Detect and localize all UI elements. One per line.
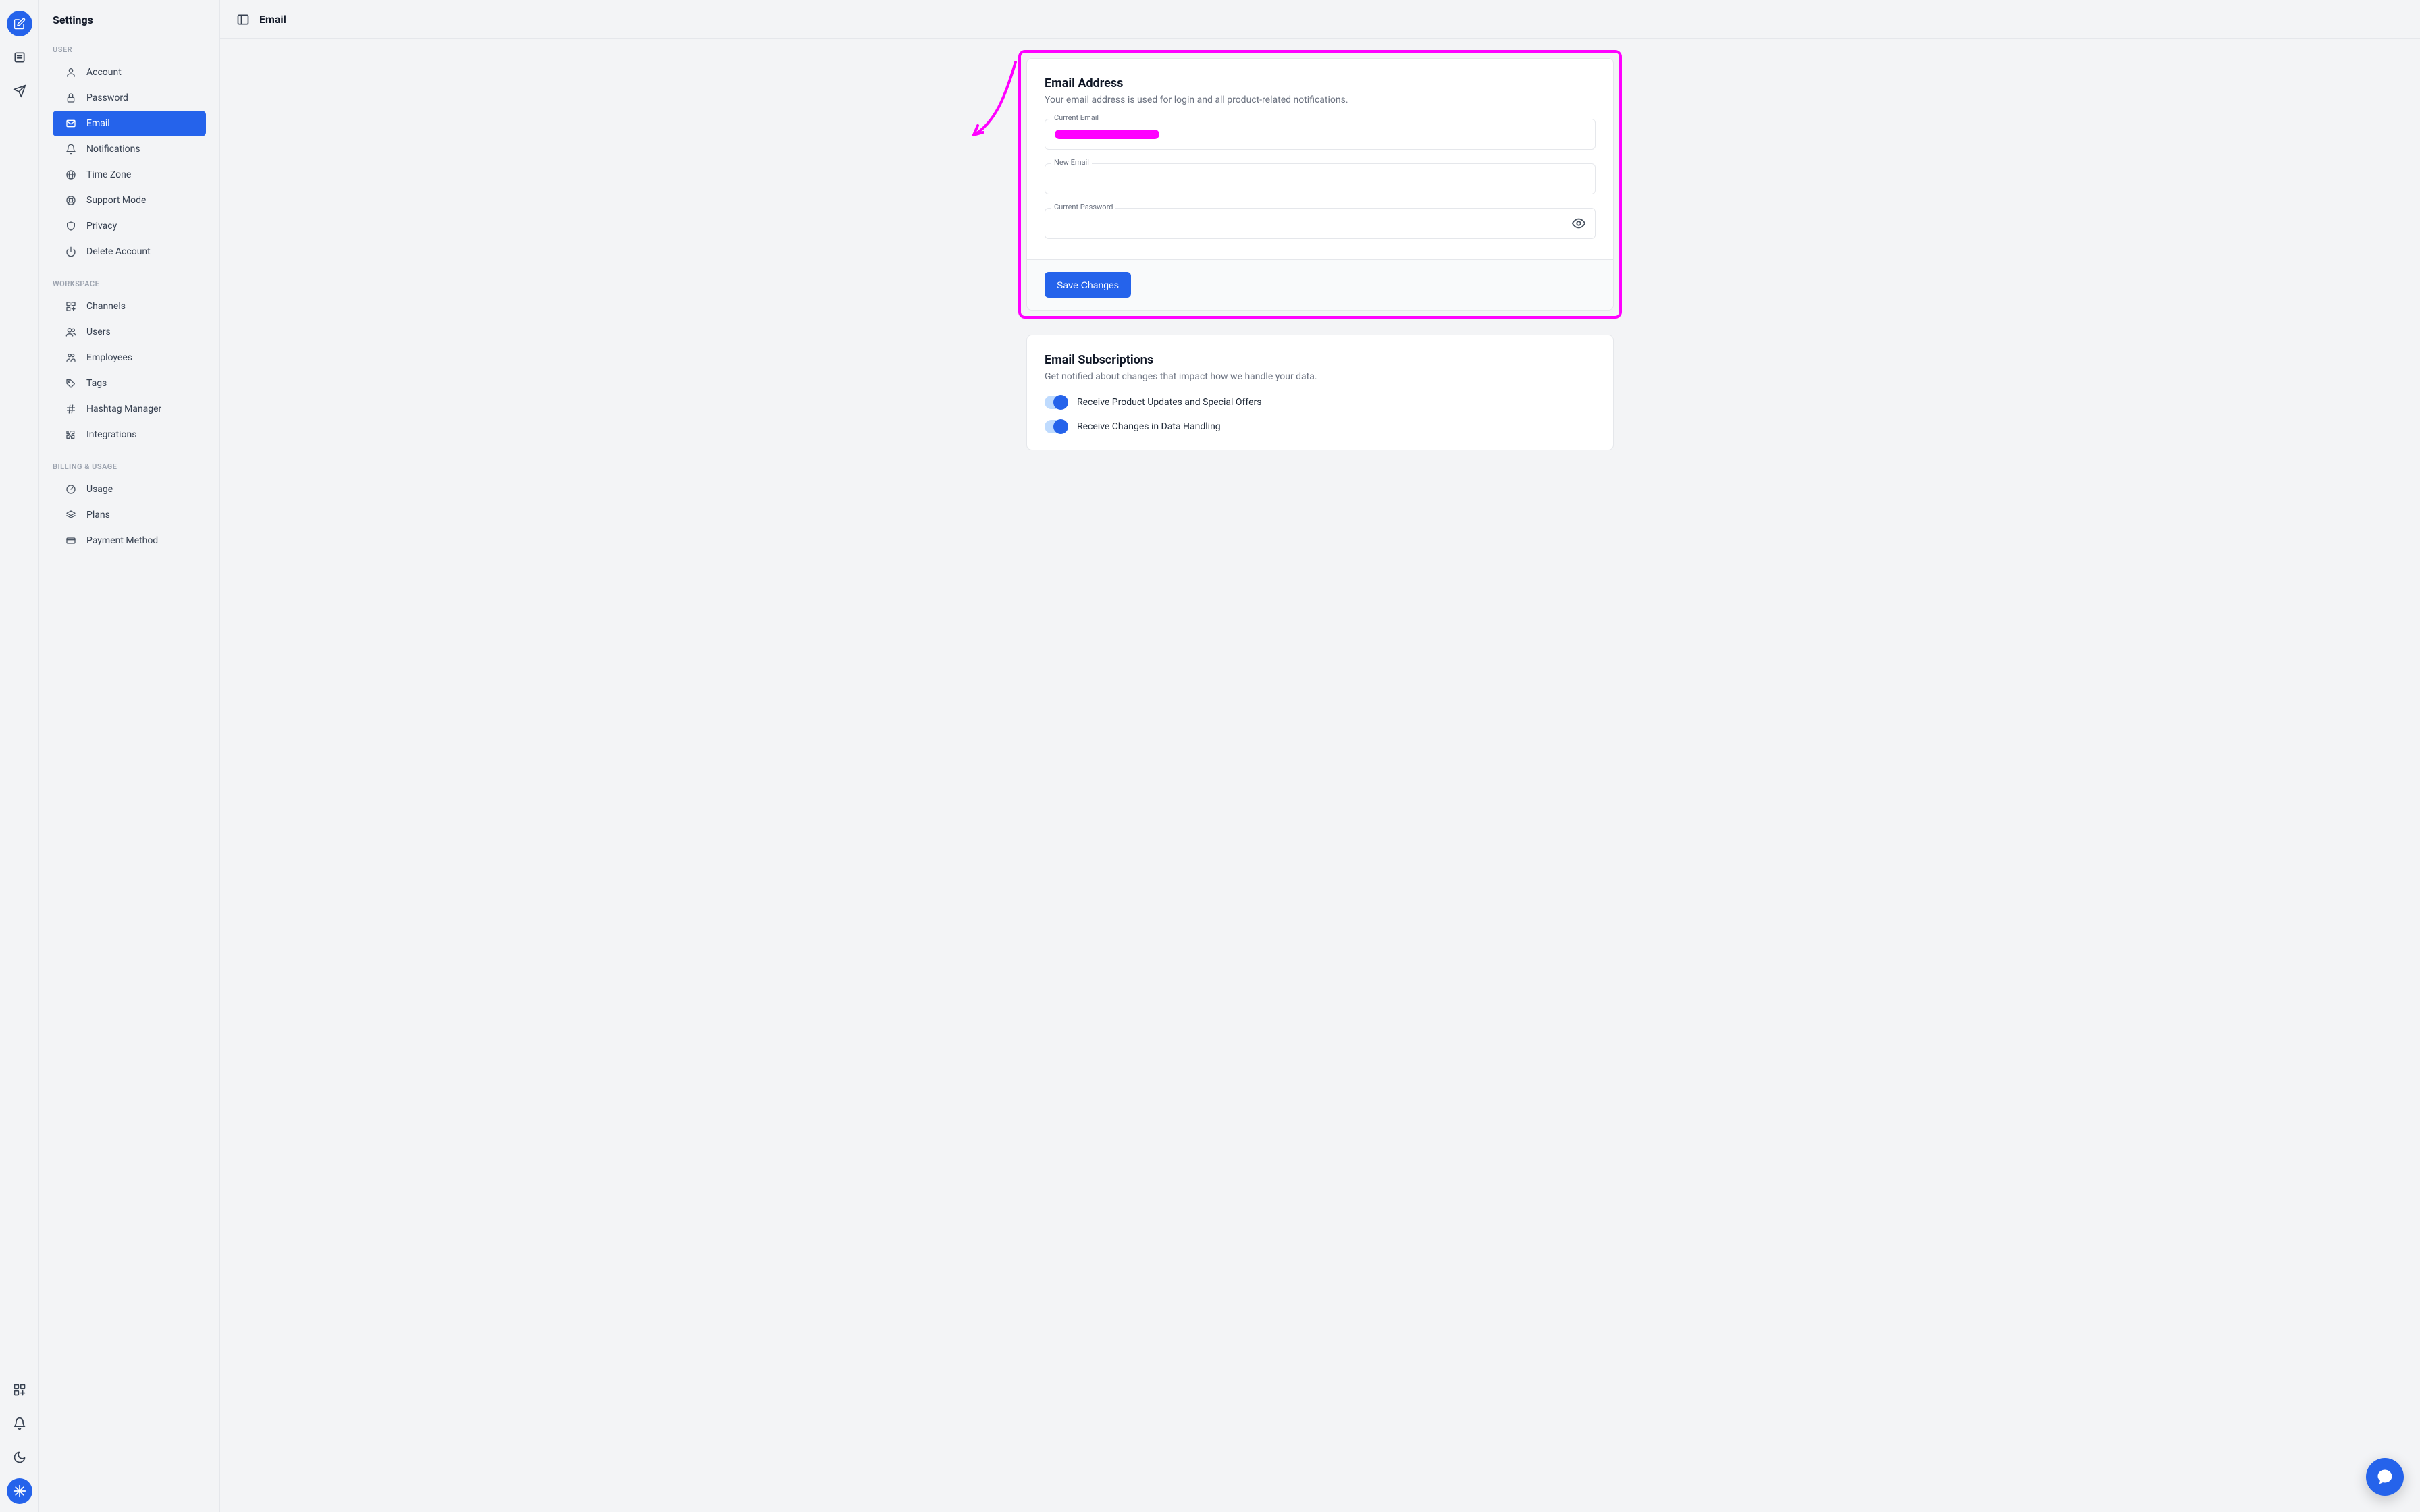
sidebar-item-label: Usage xyxy=(86,484,113,495)
card-title: Email Subscriptions xyxy=(1045,353,1596,367)
card-description: Your email address is used for login and… xyxy=(1045,94,1596,105)
toggle-product-updates: Receive Product Updates and Special Offe… xyxy=(1045,396,1596,409)
sidebar-item-label: Tags xyxy=(86,378,107,389)
sidebar-item-support[interactable]: Support Mode xyxy=(53,188,206,213)
globe-icon xyxy=(65,169,77,180)
email-address-card: Email Address Your email address is used… xyxy=(1026,58,1614,310)
sidebar-item-label: Plans xyxy=(86,510,110,520)
sidebar-item-tags[interactable]: Tags xyxy=(53,371,206,396)
posts-icon[interactable] xyxy=(7,45,32,70)
collapse-sidebar-button[interactable] xyxy=(236,13,250,26)
sidebar-item-label: Support Mode xyxy=(86,195,146,206)
sidebar-item-label: Account xyxy=(86,67,122,78)
apps-icon[interactable] xyxy=(7,1377,32,1403)
bell-icon xyxy=(65,144,77,155)
sidebar-item-integrations[interactable]: Integrations xyxy=(53,422,206,448)
sidebar-item-label: Time Zone xyxy=(86,169,131,180)
sidebar-item-email[interactable]: Email xyxy=(53,111,206,136)
sidebar-item-label: Password xyxy=(86,92,128,103)
current-email-value xyxy=(1045,119,1596,150)
sidebar-item-notifications[interactable]: Notifications xyxy=(53,136,206,162)
lifebuoy-icon xyxy=(65,195,77,206)
sidebar-item-label: Users xyxy=(86,327,111,338)
brand-logo[interactable] xyxy=(7,1478,32,1504)
puzzle-icon xyxy=(65,429,77,440)
shield-icon xyxy=(65,221,77,232)
sidebar-item-label: Payment Method xyxy=(86,535,158,546)
field-label: Current Email xyxy=(1051,113,1101,122)
current-password-field: Current Password xyxy=(1045,208,1596,239)
grid-plus-icon xyxy=(65,301,77,312)
power-icon xyxy=(65,246,77,257)
hash-icon xyxy=(65,404,77,414)
sidebar-item-timezone[interactable]: Time Zone xyxy=(53,162,206,188)
main-header: Email xyxy=(220,0,2420,39)
current-email-field: Current Email xyxy=(1045,119,1596,150)
field-label: New Email xyxy=(1051,158,1092,167)
card-icon xyxy=(65,535,77,546)
send-icon[interactable] xyxy=(7,78,32,104)
sidebar-item-plans[interactable]: Plans xyxy=(53,502,206,528)
sidebar-item-payment[interactable]: Payment Method xyxy=(53,528,206,554)
sidebar-item-usage[interactable]: Usage xyxy=(53,477,206,502)
sidebar-item-label: Integrations xyxy=(86,429,136,440)
sidebar-item-account[interactable]: Account xyxy=(53,59,206,85)
sidebar-item-label: Delete Account xyxy=(86,246,151,257)
sidebar-item-users[interactable]: Users xyxy=(53,319,206,345)
card-description: Get notified about changes that impact h… xyxy=(1045,371,1596,382)
email-subscriptions-card: Email Subscriptions Get notified about c… xyxy=(1026,335,1614,450)
layers-icon xyxy=(65,510,77,520)
sidebar-item-label: Notifications xyxy=(86,144,140,155)
group-label-user: USER xyxy=(53,45,206,54)
annotation-arrow-icon xyxy=(968,55,1022,143)
sidebar-item-label: Privacy xyxy=(86,221,117,232)
page-title: Email xyxy=(259,13,286,26)
notifications-rail-icon[interactable] xyxy=(7,1411,32,1436)
help-chat-button[interactable] xyxy=(2366,1458,2404,1496)
compose-button[interactable] xyxy=(7,11,32,36)
current-password-input[interactable] xyxy=(1045,208,1596,239)
lock-icon xyxy=(65,92,77,103)
gauge-icon xyxy=(65,484,77,495)
user-icon xyxy=(65,67,77,78)
save-changes-button[interactable]: Save Changes xyxy=(1045,272,1131,298)
sidebar-item-password[interactable]: Password xyxy=(53,85,206,111)
new-email-input[interactable] xyxy=(1045,163,1596,194)
users-icon xyxy=(65,327,77,338)
toggle-data-handling: Receive Changes in Data Handling xyxy=(1045,420,1596,433)
settings-sidebar: Settings USER Account Password Email Not… xyxy=(39,0,220,1512)
sidebar-item-employees[interactable]: Employees xyxy=(53,345,206,371)
toggle-label: Receive Changes in Data Handling xyxy=(1077,421,1221,432)
main: Email Email Address Your email address i… xyxy=(220,0,2420,1512)
toggle-switch[interactable] xyxy=(1045,420,1068,433)
app-rail xyxy=(0,0,39,1512)
tag-icon xyxy=(65,378,77,389)
sidebar-item-label: Hashtag Manager xyxy=(86,404,161,414)
sidebar-item-privacy[interactable]: Privacy xyxy=(53,213,206,239)
employees-icon xyxy=(65,352,77,363)
theme-icon[interactable] xyxy=(7,1444,32,1470)
mail-icon xyxy=(65,118,77,129)
group-label-workspace: WORKSPACE xyxy=(53,279,206,288)
redacted-email xyxy=(1055,130,1159,139)
toggle-label: Receive Product Updates and Special Offe… xyxy=(1077,397,1262,408)
sidebar-item-label: Channels xyxy=(86,301,126,312)
sidebar-item-channels[interactable]: Channels xyxy=(53,294,206,319)
sidebar-title: Settings xyxy=(53,14,206,26)
sidebar-item-delete[interactable]: Delete Account xyxy=(53,239,206,265)
card-title: Email Address xyxy=(1045,76,1596,90)
group-label-billing: BILLING & USAGE xyxy=(53,462,206,471)
sidebar-item-hashtag[interactable]: Hashtag Manager xyxy=(53,396,206,422)
show-password-button[interactable] xyxy=(1571,216,1586,231)
new-email-field: New Email xyxy=(1045,163,1596,194)
sidebar-item-label: Email xyxy=(86,118,110,129)
field-label: Current Password xyxy=(1051,202,1115,211)
sidebar-item-label: Employees xyxy=(86,352,132,363)
toggle-switch[interactable] xyxy=(1045,396,1068,409)
